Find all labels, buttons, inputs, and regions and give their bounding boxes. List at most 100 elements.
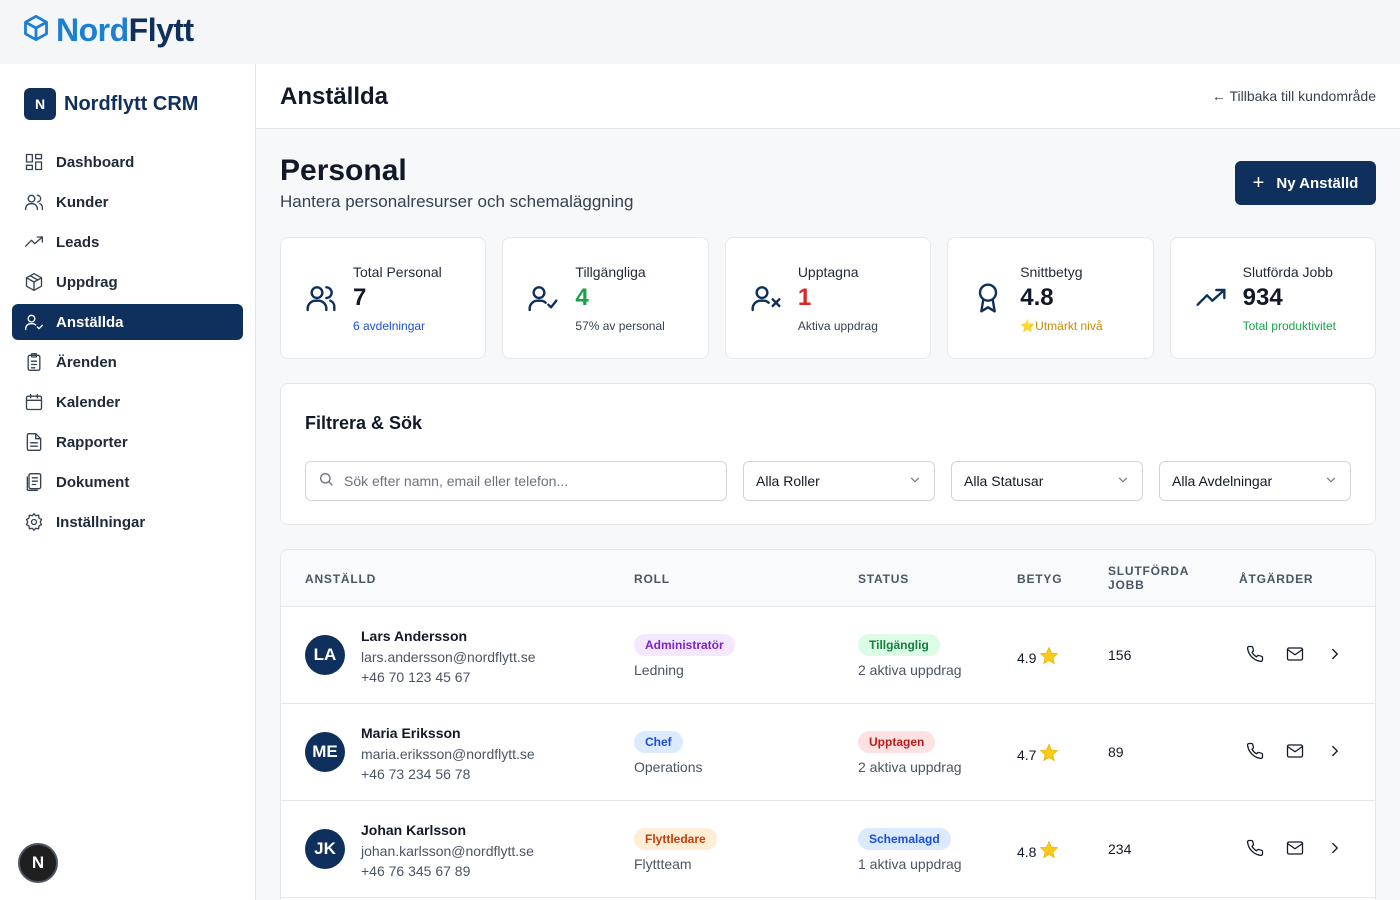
stat-value: 4.8 <box>1020 284 1054 311</box>
mail-icon[interactable] <box>1286 839 1306 859</box>
chevron-right-icon[interactable] <box>1326 839 1346 859</box>
next-dev-badge[interactable]: N <box>18 843 58 883</box>
sidebar-item-dashboard[interactable]: Dashboard <box>12 144 243 180</box>
department-text: Operations <box>634 759 703 775</box>
phone-icon[interactable] <box>1246 645 1266 665</box>
table-row[interactable]: ME Maria Eriksson maria.eriksson@nordfly… <box>281 704 1375 801</box>
sidebar-item-arenden[interactable]: Ärenden <box>12 344 243 380</box>
department-text: Flyttteam <box>634 856 692 872</box>
sidebar-item-label: Dokument <box>56 473 130 491</box>
search-input[interactable] <box>344 473 704 489</box>
completed-jobs: 89 <box>1108 744 1124 760</box>
employee-email: lars.andersson@nordflytt.se <box>361 649 536 665</box>
column-header-employee: ANSTÄLLD <box>305 572 377 586</box>
role-select[interactable]: Alla Roller <box>743 461 935 501</box>
sidebar-item-anstallda[interactable]: Anställda <box>12 304 243 340</box>
trending-up-icon <box>1195 282 1227 314</box>
sidebar-item-label: Ärenden <box>56 353 117 371</box>
status-select[interactable]: Alla Statusar <box>951 461 1143 501</box>
filter-card: Filtrera & Sök Alla Roller Alla Statusar… <box>280 383 1376 525</box>
employee-name: Maria Eriksson <box>361 725 461 741</box>
star-icon <box>1039 646 1059 669</box>
employees-table: ANSTÄLLD ROLL STATUS BETYG SLUTFÖRDA JOBB… <box>280 549 1376 900</box>
department-select-value: Alla Avdelningar <box>1172 473 1273 489</box>
chevron-down-icon <box>1116 473 1130 490</box>
rating-value: 4.8 <box>1017 843 1037 860</box>
chevron-down-icon <box>908 473 922 490</box>
brand-name: NordFlytt <box>56 12 194 48</box>
sidebar-item-label: Dashboard <box>56 153 135 171</box>
back-to-customer-link[interactable]: ← Tillbaka till kundområde <box>1212 88 1376 104</box>
avatar: ME <box>305 732 345 772</box>
award-icon <box>972 282 1004 314</box>
sidebar-item-uppdrag[interactable]: Uppdrag <box>12 264 243 300</box>
rating: 4.8 <box>1017 840 1059 863</box>
active-jobs-text: 2 aktiva uppdrag <box>858 759 962 775</box>
sidebar-item-leads[interactable]: Leads <box>12 224 243 260</box>
column-header-status: STATUS <box>858 572 910 586</box>
rating: 4.7 <box>1017 743 1059 766</box>
gear-icon <box>25 513 43 531</box>
table-row[interactable]: LA Lars Andersson lars.andersson@nordfly… <box>281 607 1375 704</box>
sidebar-item-rapporter[interactable]: Rapporter <box>12 424 243 460</box>
department-select[interactable]: Alla Avdelningar <box>1159 461 1351 501</box>
star-icon <box>1039 840 1059 863</box>
stat-note: 57% av personal <box>575 319 665 333</box>
clipboard-icon <box>27 353 41 371</box>
sidebar-item-installningar[interactable]: Inställningar <box>12 504 243 540</box>
column-header-rating: BETYG <box>1017 572 1063 586</box>
user-check-icon <box>25 314 43 331</box>
status-badge: Schemalagd <box>858 828 951 850</box>
stat-value: 4 <box>575 284 589 311</box>
rating-value: 4.9 <box>1017 649 1037 666</box>
search-box[interactable] <box>305 461 727 501</box>
new-employee-button[interactable]: + Ny Anställd <box>1235 161 1376 205</box>
active-jobs-text: 2 aktiva uppdrag <box>858 662 962 678</box>
phone-icon[interactable] <box>1246 742 1266 762</box>
table-row[interactable]: JK Johan Karlsson johan.karlsson@nordfly… <box>281 801 1375 898</box>
employee-name: Lars Andersson <box>361 628 468 644</box>
stat-note: Aktiva uppdrag <box>797 319 878 333</box>
sidebar-item-kalender[interactable]: Kalender <box>12 384 243 420</box>
stat-label: Tillgängliga <box>575 264 646 280</box>
avatar: LA <box>305 635 345 675</box>
sidebar-item-label: Uppdrag <box>56 273 118 291</box>
sidebar-nav: Dashboard Kunder Leads Uppdrag Anställda… <box>12 144 243 544</box>
sidebar-item-dokument[interactable]: Dokument <box>12 464 243 500</box>
mail-icon[interactable] <box>1286 645 1306 665</box>
stats-row: Total Personal 7 6 avdelningar Tillgängl… <box>280 237 1377 359</box>
role-badge: Chef <box>634 731 683 753</box>
stat-label: Snittbetyg <box>1020 264 1083 280</box>
mail-icon[interactable] <box>1286 742 1306 762</box>
sidebar: N Nordflytt CRM Dashboard Kunder Leads U… <box>0 64 256 900</box>
column-header-actions: ÅTGÄRDER <box>1239 572 1314 586</box>
stat-note: Total produktivitet <box>1242 319 1337 333</box>
filter-title: Filtrera & Sök <box>305 413 423 433</box>
star-icon <box>1039 743 1059 766</box>
stat-card-available: Tillgängliga 4 57% av personal <box>502 237 709 359</box>
stat-label: Total Personal <box>353 264 442 280</box>
avatar: JK <box>305 829 345 869</box>
page-subtitle: Hantera personalresurser och schemaläggn… <box>280 192 634 211</box>
rating-value: 4.7 <box>1017 746 1037 763</box>
sidebar-item-label: Rapporter <box>56 433 128 451</box>
sidebar-item-label: Kalender <box>56 393 121 411</box>
employee-phone: +46 70 123 45 67 <box>361 669 471 685</box>
employee-phone: +46 76 345 67 89 <box>361 863 471 879</box>
sidebar-item-kunder[interactable]: Kunder <box>12 184 243 220</box>
users-icon <box>25 194 43 211</box>
phone-icon[interactable] <box>1246 839 1266 859</box>
chevron-right-icon[interactable] <box>1326 645 1346 665</box>
plus-icon: + <box>1252 172 1265 194</box>
user-x-icon <box>750 282 782 314</box>
column-header-role: ROLL <box>634 572 670 586</box>
brand-bar: NordFlytt <box>0 0 1400 64</box>
chevron-right-icon[interactable] <box>1326 742 1346 762</box>
file-text-icon <box>26 433 42 451</box>
stat-note: 6 avdelningar <box>353 319 426 333</box>
stat-value: 7 <box>353 284 367 311</box>
stat-card-total: Total Personal 7 6 avdelningar <box>280 237 487 359</box>
crm-header[interactable]: N Nordflytt CRM <box>24 88 198 120</box>
brand-logo[interactable]: NordFlytt <box>22 12 194 48</box>
completed-jobs: 234 <box>1108 841 1132 857</box>
